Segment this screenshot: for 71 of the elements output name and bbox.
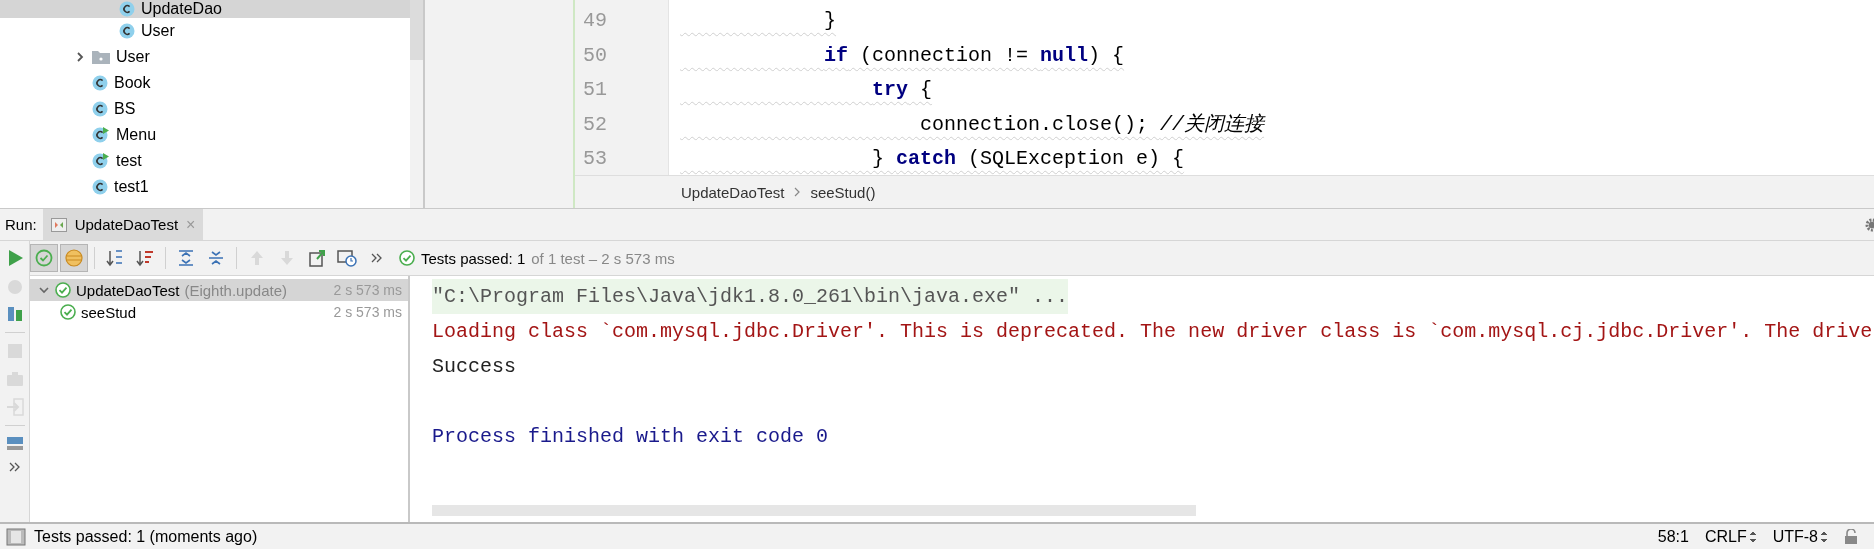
chevron-right-icon bbox=[794, 187, 801, 197]
panel-toggle-icon[interactable] bbox=[6, 527, 26, 546]
up-down-arrows-icon bbox=[1748, 530, 1757, 543]
ignored-filter-icon bbox=[64, 248, 84, 268]
test-name[interactable]: UpdateDaoTest bbox=[76, 281, 180, 299]
code-line: if (connection != null) { bbox=[823, 43, 1125, 67]
test-window-icon bbox=[50, 217, 67, 232]
sort-alphabetical-icon bbox=[105, 248, 125, 268]
tree-item-label[interactable]: test1 bbox=[114, 178, 149, 196]
status-message: Tests passed: 1 (moments ago) bbox=[34, 527, 258, 546]
class-icon bbox=[119, 1, 135, 17]
folder-icon bbox=[92, 49, 110, 65]
class-icon bbox=[92, 179, 108, 195]
code-line: connection.close(); //关闭连接 bbox=[919, 112, 1265, 136]
class-icon bbox=[92, 101, 108, 117]
line-number: 50 bbox=[582, 42, 608, 69]
export-icon bbox=[307, 248, 327, 268]
code-line: try { bbox=[871, 78, 933, 101]
test-duration: 2 s 573 ms bbox=[333, 304, 402, 320]
run-label: Run: bbox=[4, 216, 38, 233]
horizontal-scrollbar[interactable] bbox=[432, 505, 1196, 516]
tree-item-label[interactable]: UpdateDao bbox=[141, 0, 222, 18]
line-separator[interactable]: CRLF bbox=[1704, 527, 1747, 546]
passed-filter-icon bbox=[34, 248, 54, 268]
test-class-context: (Eighth.update) bbox=[184, 281, 287, 299]
chevron-right-icon[interactable] bbox=[74, 51, 86, 63]
breadcrumb[interactable]: UpdateDaoTest bbox=[681, 183, 785, 201]
code-line: } bbox=[823, 9, 837, 32]
test-name[interactable]: seeStud bbox=[81, 303, 137, 321]
line-number: 49 bbox=[582, 8, 608, 34]
line-number: 51 bbox=[582, 77, 608, 103]
class-icon bbox=[119, 23, 135, 39]
collapse-all-icon bbox=[206, 248, 226, 268]
tree-item-label[interactable]: test bbox=[116, 152, 142, 170]
code-line: } catch (SQLException e) { bbox=[871, 147, 1185, 170]
class-icon bbox=[92, 75, 108, 91]
line-number: 52 bbox=[582, 111, 608, 138]
runnable-class-icon bbox=[92, 127, 110, 143]
run-tab[interactable]: UpdateDaoTest × bbox=[42, 209, 204, 240]
line-number: 53 bbox=[582, 146, 608, 172]
error-output-line: Loading class `com.mysql.jdbc.Driver'. This is deprecated. The new driver class is `com.mysql.cj.jdbc.Driver'. The drive bbox=[432, 319, 1873, 345]
exit-icon bbox=[4, 397, 25, 417]
tree-item-label[interactable]: User bbox=[141, 22, 175, 40]
up-down-arrows-icon bbox=[1820, 530, 1828, 543]
vertical-scrollbar[interactable] bbox=[410, 0, 423, 208]
test-duration: 2 s 573 ms bbox=[333, 282, 402, 298]
exit-message: Process finished with exit code 0 bbox=[432, 424, 829, 450]
breadcrumb[interactable]: seeStud() bbox=[810, 183, 876, 201]
more-chevrons-icon bbox=[371, 253, 383, 263]
expand-all-icon bbox=[176, 248, 196, 268]
passed-filter-button[interactable] bbox=[30, 244, 58, 272]
tree-item-label[interactable]: User bbox=[116, 48, 150, 66]
tree-row-highlight[interactable]: UpdateDao bbox=[0, 0, 410, 18]
tree-item-label[interactable]: Book bbox=[114, 74, 151, 92]
history-icon bbox=[336, 248, 358, 268]
more-chevrons-icon bbox=[8, 462, 21, 472]
runnable-class-icon bbox=[92, 153, 110, 169]
file-encoding[interactable]: UTF-8 bbox=[1772, 527, 1818, 546]
camera-icon bbox=[4, 369, 25, 389]
tree-item-label[interactable]: BS bbox=[114, 100, 136, 118]
chevron-down-icon[interactable] bbox=[38, 284, 50, 296]
test-row-highlight[interactable]: UpdateDaoTest (Eighth.update) 2 s 573 ms bbox=[30, 279, 408, 301]
tests-summary-detail: of 1 test – 2 s 573 ms bbox=[531, 249, 675, 267]
sort-duration-icon bbox=[135, 248, 155, 268]
caret-position[interactable]: 58:1 bbox=[1657, 527, 1689, 546]
ignored-filter-button[interactable] bbox=[60, 244, 88, 272]
more-chevrons-button[interactable] bbox=[8, 462, 21, 472]
unlocked-icon[interactable] bbox=[1844, 528, 1858, 545]
output-line: Success bbox=[432, 354, 516, 380]
tests-summary: Tests passed: 1 bbox=[421, 249, 526, 267]
tree-item-label[interactable]: Menu bbox=[116, 126, 157, 144]
